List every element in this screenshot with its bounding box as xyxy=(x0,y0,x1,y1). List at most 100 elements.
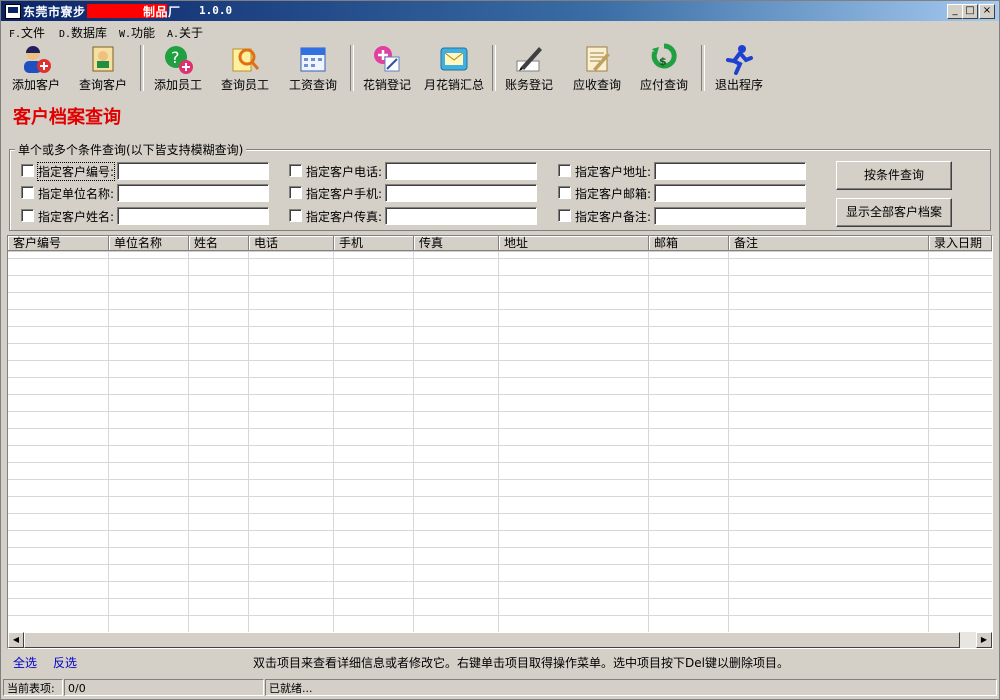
customer-id-checkbox[interactable] xyxy=(21,164,34,177)
grid-line xyxy=(498,252,499,632)
maximize-icon[interactable]: □ xyxy=(962,4,978,19)
customer-phone-label: 指定客户电话: xyxy=(306,165,383,179)
menu-file[interactable]: F.文件 xyxy=(9,24,45,41)
customer-note-checkbox[interactable] xyxy=(558,209,571,222)
query-customer-label: 查询客户 xyxy=(78,78,127,92)
add-employee-button[interactable]: ? 添加员工 xyxy=(147,41,209,97)
expense-register-label: 花销登记 xyxy=(362,78,411,92)
horizontal-scrollbar[interactable]: ◀ ▶ xyxy=(8,632,992,648)
customer-note-input[interactable] xyxy=(654,207,806,225)
menu-file-key: F. xyxy=(9,29,22,40)
invert-selection-link[interactable]: 反选 xyxy=(53,654,77,671)
column-header[interactable]: 姓名 xyxy=(189,236,249,251)
show-all-customers-button[interactable]: 显示全部客户档案 xyxy=(836,198,952,227)
window-title: 东莞市寮步 xyxy=(23,5,86,19)
expense-register-button[interactable]: 花销登记 xyxy=(356,41,418,97)
payable-query-button[interactable]: $ 应付查询 xyxy=(633,41,695,97)
menu-about-key: A. xyxy=(167,29,180,40)
add-employee-label: 添加员工 xyxy=(153,78,202,92)
salary-query-button[interactable]: 工资查询 xyxy=(282,41,344,97)
customer-address-checkbox[interactable] xyxy=(558,164,571,177)
payable-query-icon: $ xyxy=(651,43,677,69)
customer-fax-checkbox[interactable] xyxy=(289,209,302,222)
toolbar-separator xyxy=(140,45,144,91)
monthly-expense-icon xyxy=(440,47,468,71)
column-header[interactable]: 传真 xyxy=(414,236,499,251)
payable-query-label: 应付查询 xyxy=(639,78,688,92)
monthly-expense-button[interactable]: 月花销汇总 xyxy=(423,41,485,97)
table-body[interactable] xyxy=(8,252,992,632)
company-name-checkbox[interactable] xyxy=(21,186,34,199)
customer-name-label: 指定客户姓名: xyxy=(38,210,115,224)
customer-email-checkbox[interactable] xyxy=(558,186,571,199)
exit-program-button[interactable]: 退出程序 xyxy=(708,41,770,97)
column-header[interactable]: 客户编号 xyxy=(8,236,109,251)
column-header[interactable]: 录入日期 xyxy=(929,236,992,251)
customer-phone-input[interactable] xyxy=(385,162,537,180)
customer-email-input[interactable] xyxy=(654,184,806,202)
menu-about-label: 关于 xyxy=(179,26,204,40)
title-bar: 东莞市寮步 制品厂 1.0.0 _ □ × xyxy=(1,1,999,21)
search-by-condition-button[interactable]: 按条件查询 xyxy=(836,161,952,190)
account-register-button[interactable]: 账务登记 xyxy=(498,41,560,97)
add-customer-button[interactable]: 添加客户 xyxy=(5,41,67,97)
customer-mobile-label: 指定客户手机: xyxy=(306,187,383,201)
customer-note-label: 指定客户备注: xyxy=(575,210,652,224)
query-customer-button[interactable]: 查询客户 xyxy=(72,41,134,97)
query-employee-button[interactable]: 查询员工 xyxy=(214,41,276,97)
query-employee-icon xyxy=(232,48,260,72)
scroll-left-icon[interactable]: ◀ xyxy=(8,632,24,648)
company-name-label: 指定单位名称: xyxy=(38,187,115,201)
column-header[interactable]: 电话 xyxy=(249,236,334,251)
table-header: 客户编号 单位名称 姓名 电话 手机 传真 地址 邮箱 备注 录入日期 xyxy=(8,236,992,252)
toolbar-separator xyxy=(701,45,705,91)
account-register-icon xyxy=(516,47,542,72)
menu-bar: F.文件 D.数据库 W.功能 A.关于 xyxy=(1,22,999,40)
add-customer-icon xyxy=(24,46,51,73)
menu-function-label: 功能 xyxy=(131,26,156,40)
filter-legend: 单个或多个条件查询(以下皆支持模糊查询) xyxy=(15,141,247,158)
menu-function[interactable]: W.功能 xyxy=(119,24,155,41)
customer-id-input[interactable] xyxy=(117,162,269,180)
customer-mobile-input[interactable] xyxy=(385,184,537,202)
grid-line xyxy=(928,252,929,632)
scroll-right-icon[interactable]: ▶ xyxy=(976,632,992,648)
status-message: 已就绪... xyxy=(265,679,997,696)
customer-name-input[interactable] xyxy=(117,207,269,225)
minimize-icon[interactable]: _ xyxy=(947,4,963,19)
customer-id-label: 指定客户编号: xyxy=(36,162,116,181)
menu-about[interactable]: A.关于 xyxy=(167,24,203,41)
company-name-input[interactable] xyxy=(117,184,269,202)
customer-fax-input[interactable] xyxy=(385,207,537,225)
customer-address-input[interactable] xyxy=(654,162,806,180)
customer-fax-label: 指定客户传真: xyxy=(306,210,383,224)
column-header[interactable]: 手机 xyxy=(334,236,414,251)
customer-email-label: 指定客户邮箱: xyxy=(575,187,652,201)
customer-name-checkbox[interactable] xyxy=(21,209,34,222)
select-all-link[interactable]: 全选 xyxy=(13,654,37,671)
receivable-query-icon xyxy=(586,46,610,72)
customer-phone-checkbox[interactable] xyxy=(289,164,302,177)
svg-text:?: ? xyxy=(171,48,180,67)
app-version: 1.0.0 xyxy=(199,4,233,17)
customer-table[interactable]: 客户编号 单位名称 姓名 电话 手机 传真 地址 邮箱 备注 录入日期 ◀ ▶ xyxy=(7,235,993,649)
menu-database-label: 数据库 xyxy=(71,26,108,40)
add-customer-label: 添加客户 xyxy=(11,78,60,92)
column-header[interactable]: 邮箱 xyxy=(649,236,729,251)
receivable-query-button[interactable]: 应收查询 xyxy=(566,41,628,97)
menu-function-key: W. xyxy=(119,29,132,40)
column-header[interactable]: 地址 xyxy=(499,236,649,251)
column-header[interactable]: 备注 xyxy=(729,236,929,251)
account-register-label: 账务登记 xyxy=(504,78,553,92)
current-item-label: 当前表项: xyxy=(3,679,63,696)
window-title-suffix: 制品厂 xyxy=(143,5,181,19)
current-item-value: 0/0 xyxy=(64,679,264,696)
menu-database[interactable]: D.数据库 xyxy=(59,24,107,41)
grid-line xyxy=(728,252,729,632)
grid-line xyxy=(188,252,189,632)
close-icon[interactable]: × xyxy=(979,4,995,19)
scroll-thumb[interactable] xyxy=(24,632,960,648)
column-header[interactable]: 单位名称 xyxy=(109,236,189,251)
customer-address-label: 指定客户地址: xyxy=(575,165,652,179)
customer-mobile-checkbox[interactable] xyxy=(289,186,302,199)
